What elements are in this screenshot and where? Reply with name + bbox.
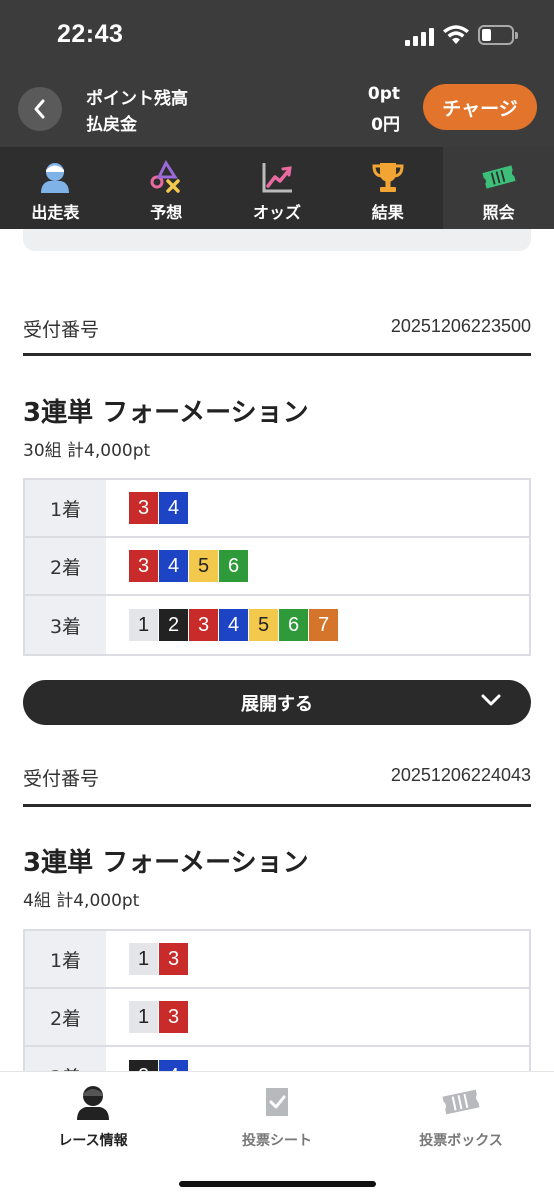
boat-number: 3 xyxy=(189,609,218,641)
boat-number: 2 xyxy=(159,609,188,641)
point-balance-value: 0pt xyxy=(367,84,400,104)
tab-label: 出走表 xyxy=(31,203,80,222)
tab-inquiry[interactable]: 照会 xyxy=(443,147,554,229)
payout-value: 0円 xyxy=(371,115,400,135)
selected-numbers: 1 3 xyxy=(106,931,529,987)
point-balance-label: ポイント残高 xyxy=(86,89,188,109)
back-button[interactable] xyxy=(18,87,62,131)
expand-label: 展開する xyxy=(241,693,313,715)
bet-summary: 30組 計4,000pt xyxy=(23,441,151,461)
finish-position: 1着 xyxy=(25,931,106,987)
formation-row: 1着 1 3 xyxy=(25,931,529,989)
tab-label: 結果 xyxy=(371,203,404,222)
receipt-number-row: 受付番号 20251206223500 xyxy=(23,315,531,351)
status-time: 22:43 xyxy=(57,20,124,48)
boat-number: 6 xyxy=(279,609,308,641)
boat-number: 2 xyxy=(129,1060,158,1071)
receipt-label: 受付番号 xyxy=(23,768,100,790)
boat-number: 1 xyxy=(129,1001,158,1033)
nav-vote-box[interactable]: 投票ボックス xyxy=(386,1082,536,1150)
bet-type-title: 3連単 フォーメーション xyxy=(23,398,309,428)
ticket-icon xyxy=(481,159,517,195)
runner-icon xyxy=(37,159,73,195)
wifi-icon xyxy=(443,25,469,44)
boat-number: 6 xyxy=(219,550,248,582)
boat-number: 4 xyxy=(159,492,188,524)
cellular-signal-icon xyxy=(405,26,435,46)
receipt-number: 20251206224043 xyxy=(390,765,531,785)
vote-sheet-icon xyxy=(257,1082,297,1122)
chevron-down-icon xyxy=(481,694,501,706)
status-bar: 22:43 xyxy=(0,0,554,70)
divider xyxy=(23,353,531,356)
selected-numbers: 2 4 xyxy=(106,1047,529,1071)
formation-row: 1着 3 4 xyxy=(25,480,529,538)
nav-label: 投票ボックス xyxy=(419,1133,503,1149)
formation-row: 3着 1 2 3 4 5 6 7 xyxy=(25,596,529,654)
odds-chart-icon xyxy=(259,159,295,195)
boat-number: 5 xyxy=(189,550,218,582)
divider xyxy=(23,804,531,807)
boat-number: 4 xyxy=(159,1060,188,1071)
tab-forecast[interactable]: 予想 xyxy=(111,147,222,229)
tab-label: 照会 xyxy=(482,203,515,222)
inquiry-list[interactable]: 受付番号 20251206223500 3連単 フォーメーション 30組 計4,… xyxy=(0,229,554,1071)
boat-number: 3 xyxy=(159,1001,188,1033)
race-tab-bar: 出走表 予想 オッズ 結果 照会 xyxy=(0,147,554,229)
nav-label: レース情報 xyxy=(58,1133,128,1149)
finish-position: 2着 xyxy=(25,989,106,1045)
finish-position: 3着 xyxy=(25,1047,106,1071)
receipt-number-row: 受付番号 20251206224043 xyxy=(23,764,531,800)
race-info-icon xyxy=(73,1082,113,1122)
boat-number: 1 xyxy=(129,609,158,641)
tab-results[interactable]: 結果 xyxy=(332,147,443,229)
finish-position: 1着 xyxy=(25,480,106,536)
forecast-icon xyxy=(148,159,184,195)
finish-position: 2着 xyxy=(25,538,106,594)
expand-button[interactable]: 展開する xyxy=(23,680,531,725)
formation-row: 2着 1 3 xyxy=(25,989,529,1047)
summary-card xyxy=(23,229,531,251)
nav-label: 投票シート xyxy=(242,1133,312,1149)
formation-row: 2着 3 4 5 6 xyxy=(25,538,529,596)
home-indicator[interactable] xyxy=(179,1181,376,1187)
vote-box-icon xyxy=(441,1082,481,1122)
nav-vote-sheet[interactable]: 投票シート xyxy=(202,1082,352,1150)
boat-number: 1 xyxy=(129,943,158,975)
chevron-left-icon xyxy=(34,99,45,119)
formation-grid: 1着 3 4 2着 3 4 5 6 3着 1 2 3 4 5 6 7 xyxy=(23,478,531,656)
finish-position: 3着 xyxy=(25,596,106,654)
tab-label: オッズ xyxy=(252,203,301,222)
selected-numbers: 1 2 3 4 5 6 7 xyxy=(106,596,529,654)
boat-number: 5 xyxy=(249,609,278,641)
selected-numbers: 1 3 xyxy=(106,989,529,1045)
boat-number: 4 xyxy=(219,609,248,641)
nav-race-info[interactable]: レース情報 xyxy=(18,1082,168,1150)
boat-number: 7 xyxy=(309,609,338,641)
battery-icon xyxy=(478,25,518,45)
formation-row: 3着 2 4 xyxy=(25,1047,529,1071)
selected-numbers: 3 4 xyxy=(106,480,529,536)
boat-number: 3 xyxy=(129,492,158,524)
receipt-label: 受付番号 xyxy=(23,319,100,341)
boat-number: 4 xyxy=(159,550,188,582)
bet-type-title: 3連単 フォーメーション xyxy=(23,848,309,878)
payout-label: 払戻金 xyxy=(86,115,137,135)
tab-label: 予想 xyxy=(150,203,183,222)
selected-numbers: 3 4 5 6 xyxy=(106,538,529,594)
charge-button[interactable]: チャージ xyxy=(423,84,537,130)
points-header: ポイント残高 払戻金 0pt 0円 チャージ xyxy=(0,70,554,147)
tab-odds[interactable]: オッズ xyxy=(222,147,333,229)
boat-number: 3 xyxy=(159,943,188,975)
tab-entries[interactable]: 出走表 xyxy=(0,147,111,229)
trophy-icon xyxy=(370,159,406,195)
boat-number: 3 xyxy=(129,550,158,582)
bet-summary: 4組 計4,000pt xyxy=(23,891,140,911)
receipt-number: 20251206223500 xyxy=(390,316,531,336)
bottom-navigation: レース情報 投票シート 投票ボックス xyxy=(0,1071,554,1200)
formation-grid: 1着 1 3 2着 1 3 3着 2 4 xyxy=(23,929,531,1071)
